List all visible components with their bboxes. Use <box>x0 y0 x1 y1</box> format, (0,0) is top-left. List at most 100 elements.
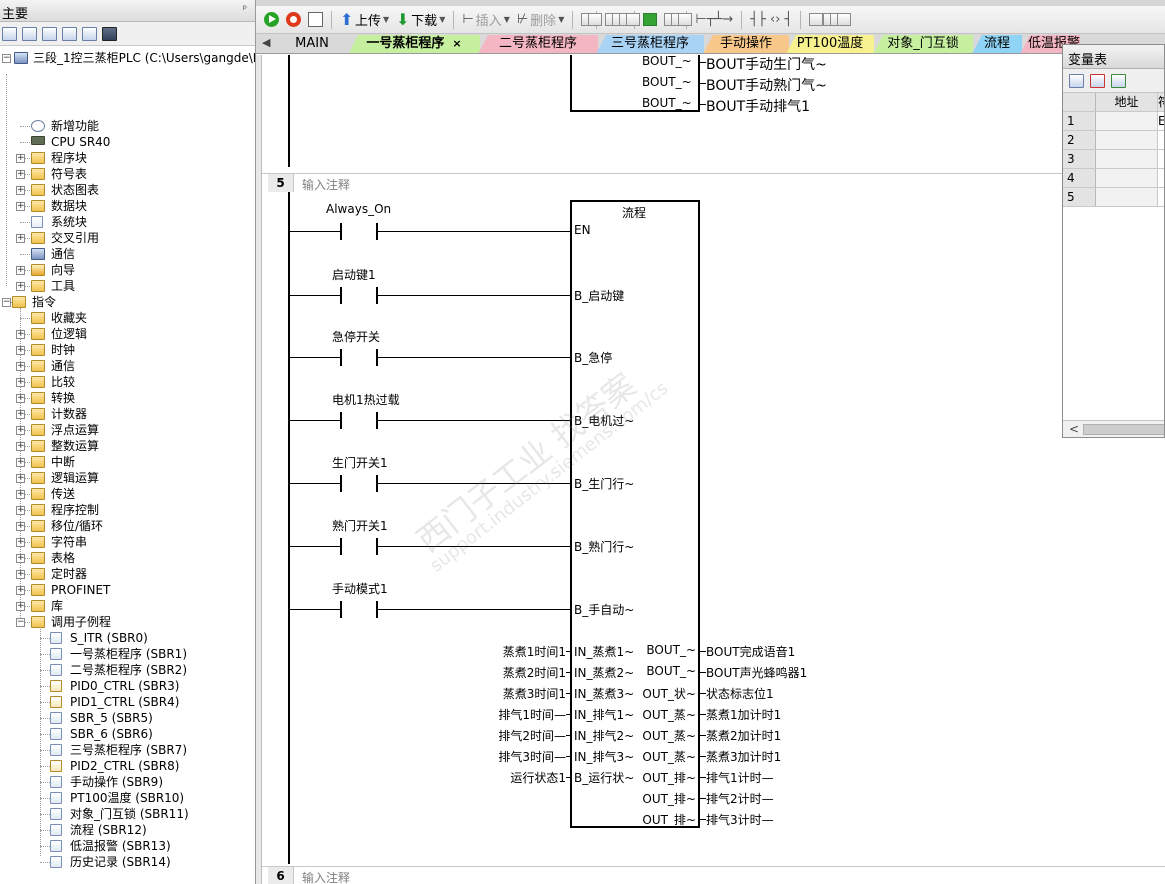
tree-item[interactable]: 一号蒸柜程序 (SBR1) <box>0 646 255 662</box>
expand-icon[interactable]: + <box>16 202 25 211</box>
expand-icon[interactable]: + <box>16 154 25 163</box>
expand-icon[interactable]: + <box>16 362 25 371</box>
tree-item[interactable]: + 通信 <box>0 358 255 374</box>
network-comment[interactable]: 输入注释 <box>302 869 350 884</box>
expand-icon[interactable]: + <box>16 490 25 499</box>
expand-icon[interactable]: + <box>16 378 25 387</box>
delete-button[interactable]: ⊬ 删除 ▼ <box>515 9 567 31</box>
expand-icon[interactable]: + <box>16 538 25 547</box>
input-variable[interactable]: 蒸煮3时间1 <box>503 685 566 702</box>
view-list-icon[interactable] <box>2 26 17 41</box>
goto-button[interactable] <box>641 9 659 31</box>
output-variable[interactable]: 状态标志位1 <box>706 685 774 702</box>
lock-button-1[interactable] <box>662 9 679 31</box>
input-variable[interactable]: 蒸煮1时间1 <box>503 643 566 660</box>
tree-item[interactable]: + 交叉引用 <box>0 230 255 246</box>
tree-item[interactable]: PID2_CTRL (SBR8) <box>0 758 255 774</box>
tree-item[interactable]: 系统块 <box>0 214 255 230</box>
tree-item[interactable]: 对象_门互锁 (SBR11) <box>0 806 255 822</box>
expand-icon[interactable]: + <box>16 570 25 579</box>
var-table-row[interactable]: 4 <box>1063 169 1164 188</box>
expand-icon[interactable]: + <box>16 346 25 355</box>
tab-1[interactable]: 一号蒸柜程序 × <box>348 35 480 53</box>
tree-item[interactable]: + 程序块 <box>0 150 255 166</box>
tree-item[interactable]: + 向导 <box>0 262 255 278</box>
expand-icon[interactable]: + <box>16 442 25 451</box>
tab-scroll-left-icon[interactable]: ◀ <box>262 36 270 49</box>
tree-item[interactable]: 二号蒸柜程序 (SBR2) <box>0 662 255 678</box>
tree-item[interactable]: + 定时器 <box>0 566 255 582</box>
expand-icon[interactable]: + <box>16 554 25 563</box>
input-variable[interactable]: 排气2时间— <box>498 727 566 744</box>
tree-item[interactable]: + 移位/循环 <box>0 518 255 534</box>
tree-item[interactable]: + 计数器 <box>0 406 255 422</box>
misc-button-1[interactable]: ▼ <box>807 9 824 31</box>
collapse-icon[interactable]: − <box>2 54 11 63</box>
expand-icon[interactable]: + <box>16 426 25 435</box>
output-variable[interactable]: BOUT完成语音1 <box>706 643 795 660</box>
tree-item[interactable]: + 传送 <box>0 486 255 502</box>
run-button[interactable] <box>262 9 281 31</box>
var-table-hscrollbar[interactable]: < <box>1063 420 1164 437</box>
tree-item[interactable]: − 调用子例程 <box>0 614 255 630</box>
tree-item[interactable]: + 中断 <box>0 454 255 470</box>
expand-icon[interactable]: + <box>16 234 25 243</box>
input-variable[interactable]: 排气3时间— <box>498 748 566 765</box>
tab-7[interactable]: 流程 <box>972 35 1022 53</box>
expand-icon[interactable]: + <box>16 330 25 339</box>
view-doc2-icon[interactable] <box>62 26 77 41</box>
view-block-icon[interactable] <box>82 26 97 41</box>
tree-item[interactable]: + 比较 <box>0 374 255 390</box>
tab-5[interactable]: PT100温度 <box>786 35 874 53</box>
contact-label[interactable]: 电机1热过载 <box>332 391 400 408</box>
output-variable[interactable]: 排气1计时— <box>706 769 774 786</box>
var-address-cell[interactable] <box>1096 169 1158 187</box>
expand-icon[interactable]: + <box>16 522 25 531</box>
upload-button[interactable]: ⬆ 上传 ▼ <box>338 9 391 31</box>
input-variable[interactable]: 运行状态1 <box>510 769 566 786</box>
tree-item[interactable]: 收藏夹 <box>0 310 255 326</box>
var-symbol-cell[interactable] <box>1158 169 1164 187</box>
tab-4[interactable]: 手动操作 <box>703 35 789 53</box>
tree-item[interactable]: + 符号表 <box>0 166 255 182</box>
input-variable[interactable]: 排气1时间— <box>498 706 566 723</box>
contact-label[interactable]: 生门开关1 <box>332 454 388 471</box>
var-symbol-cell[interactable] <box>1158 131 1164 149</box>
tree-item[interactable]: + 数据块 <box>0 198 255 214</box>
program-status-button[interactable] <box>579 9 596 31</box>
tree-item[interactable]: PT100温度 (SBR10) <box>0 790 255 806</box>
output-variable[interactable]: BOUT手动排气1 <box>706 96 810 116</box>
expand-icon[interactable]: + <box>16 282 25 291</box>
tree-item[interactable]: + 逻辑运算 <box>0 470 255 486</box>
var-address-cell[interactable] <box>1096 150 1158 168</box>
contact-label[interactable]: 熟门开关1 <box>332 517 388 534</box>
collapse-icon[interactable]: − <box>16 618 25 627</box>
var-address-cell[interactable] <box>1096 112 1158 130</box>
tree-item[interactable]: + 位逻辑 <box>0 326 255 342</box>
compile-button[interactable] <box>306 9 325 31</box>
var-symbol-cell[interactable]: E <box>1158 112 1164 130</box>
delete-row-icon[interactable] <box>1090 73 1105 88</box>
tree-item[interactable]: − 指令 <box>0 294 255 310</box>
expand-icon[interactable]: + <box>16 506 25 515</box>
expand-icon[interactable]: + <box>16 266 25 275</box>
output-variable[interactable]: BOUT手动熟门气~ <box>706 75 827 95</box>
scroll-left-icon[interactable]: < <box>1069 422 1079 436</box>
tree-item[interactable]: PID0_CTRL (SBR3) <box>0 678 255 694</box>
expand-icon[interactable]: + <box>16 474 25 483</box>
expand-icon[interactable]: + <box>16 410 25 419</box>
contact-button[interactable]: ┤├ ‹› ┤ <box>748 9 794 31</box>
tree-item[interactable]: 流程 (SBR12) <box>0 822 255 838</box>
branch-button[interactable]: ⊢┬┴→ <box>693 9 735 31</box>
close-icon[interactable]: × <box>452 37 461 50</box>
expand-icon[interactable]: + <box>16 394 25 403</box>
var-address-cell[interactable] <box>1096 188 1158 206</box>
tab-3[interactable]: 三号蒸柜程序 <box>596 35 704 53</box>
tree-item[interactable]: 低温报警 (SBR13) <box>0 838 255 854</box>
tree-item[interactable]: + 浮点运算 <box>0 422 255 438</box>
pin-icon[interactable]: ᵖ <box>243 4 247 15</box>
output-variable[interactable]: BOUT声光蜂鸣器1 <box>706 664 807 681</box>
output-variable[interactable]: 排气3计时— <box>706 811 774 828</box>
var-table-row[interactable]: 2 <box>1063 131 1164 150</box>
contact-label[interactable]: 启动键1 <box>332 266 376 283</box>
